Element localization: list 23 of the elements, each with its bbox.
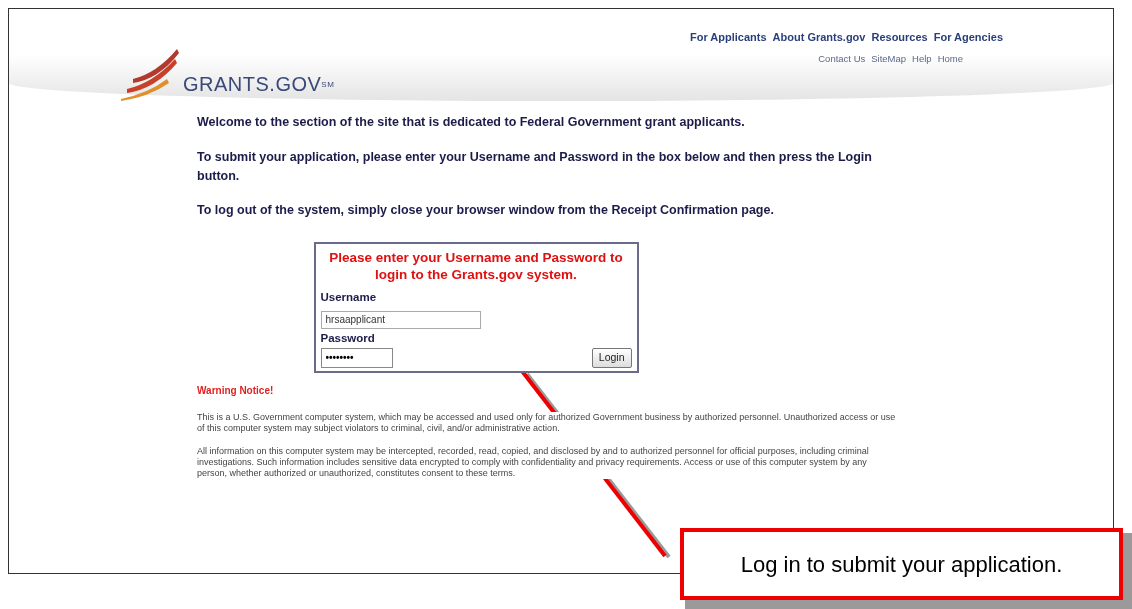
utility-link[interactable]: SiteMap [871, 51, 907, 66]
intro-paragraph: To submit your application, please enter your Username and Password in the box below and then press the Login button. [197, 148, 873, 185]
nav-link[interactable]: For Applicants [689, 29, 767, 46]
utility-link[interactable]: Home [937, 51, 963, 66]
intro-paragraph: Welcome to the section of the site that is dedicated to Federal Government grant applicants. [197, 114, 746, 131]
nav-link[interactable]: About Grants.gov [772, 29, 866, 46]
nav-link[interactable]: Resources [871, 29, 928, 46]
password-field[interactable]: •••••••• [320, 347, 393, 368]
warning-paragraph: All information on this computer system may be intercepted, recorded, read, copied, and disclosed by and to authorized personnel for official purposes, including criminal investigations. Such information includes sensitive data encrypted to comply with confidentiality and privacy requirements. Access or use of this computer system by any person, whether authorized or unauthorized, constitutes consent to these terms. [197, 445, 870, 479]
username-label: Username [320, 290, 378, 305]
utility-link[interactable]: Contact Us [818, 51, 866, 66]
warning-paragraph: This is a U.S. Government computer system, which may be accessed and used only for authorized Government business by authorized personnel. Unauthorized access or use of this computer system may subject violators to criminal, civil, and/or administrative action. [197, 411, 897, 434]
nav-link[interactable]: For Agencies [933, 29, 1003, 46]
utility-link[interactable]: Help [912, 51, 932, 66]
callout-box: Log in to submit your application. [680, 528, 1123, 600]
password-label: Password [320, 331, 376, 347]
intro-paragraph: To log out of the system, simply close your browser window from the Receipt Confirmation page. [197, 202, 775, 220]
username-field[interactable]: hrsaapplicant [320, 310, 481, 329]
site-logo[interactable]: GRANTS.GOV$^{SM}$ [183, 69, 335, 99]
login-heading: Please enter your Username and Password to login to the Grants.gov system. [328, 249, 624, 283]
logo-swoosh-icon [119, 49, 179, 101]
login-button[interactable]: Login [591, 347, 632, 368]
warning-title: Warning Notice! [197, 383, 274, 398]
